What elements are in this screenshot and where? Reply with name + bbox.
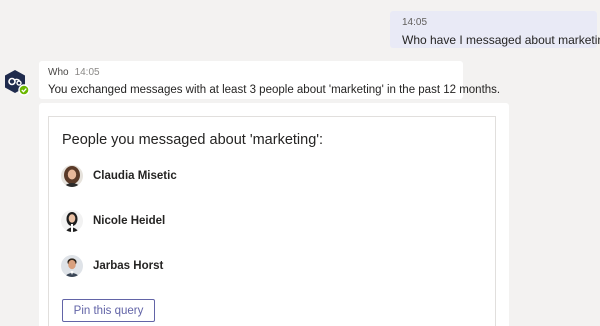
sent-message-time: 14:05: [402, 17, 428, 28]
card-title: People you messaged about 'marketing':: [62, 132, 324, 148]
pin-query-button[interactable]: Pin this query: [62, 299, 155, 322]
bot-message-header: Who 14:05: [48, 67, 454, 79]
sent-message-text: Who have I messaged about marketing?: [402, 33, 600, 47]
bot-card-bubble: People you messaged about 'marketing': C…: [39, 103, 509, 326]
person-item-claudia[interactable]: Claudia Misetic: [61, 164, 177, 188]
sent-message-bubble[interactable]: 14:05 Who have I messaged about marketin…: [390, 11, 600, 48]
who-bot-hexagon-icon: [5, 70, 30, 96]
people-card: People you messaged about 'marketing': C…: [48, 116, 496, 326]
person-name[interactable]: Claudia Misetic: [93, 170, 177, 182]
person-name[interactable]: Nicole Heidel: [93, 215, 165, 227]
bot-avatar[interactable]: [3, 69, 31, 97]
avatar-photo-jarbas[interactable]: [61, 255, 83, 277]
bot-name: Who: [48, 67, 69, 78]
person-item-jarbas[interactable]: Jarbas Horst: [61, 254, 163, 278]
avatar-photo-nicole[interactable]: [61, 210, 83, 232]
bot-message-text: You exchanged messages with at least 3 p…: [48, 84, 501, 96]
person-name[interactable]: Jarbas Horst: [93, 260, 163, 272]
online-check-badge: [18, 84, 30, 96]
bot-message-time: 14:05: [74, 67, 100, 78]
chat-canvas: 14:05 Who have I messaged about marketin…: [0, 0, 600, 326]
avatar-photo-claudia[interactable]: [61, 165, 83, 187]
bot-message-bubble[interactable]: Who 14:05 You exchanged messages with at …: [39, 61, 501, 99]
person-item-nicole[interactable]: Nicole Heidel: [61, 209, 165, 233]
